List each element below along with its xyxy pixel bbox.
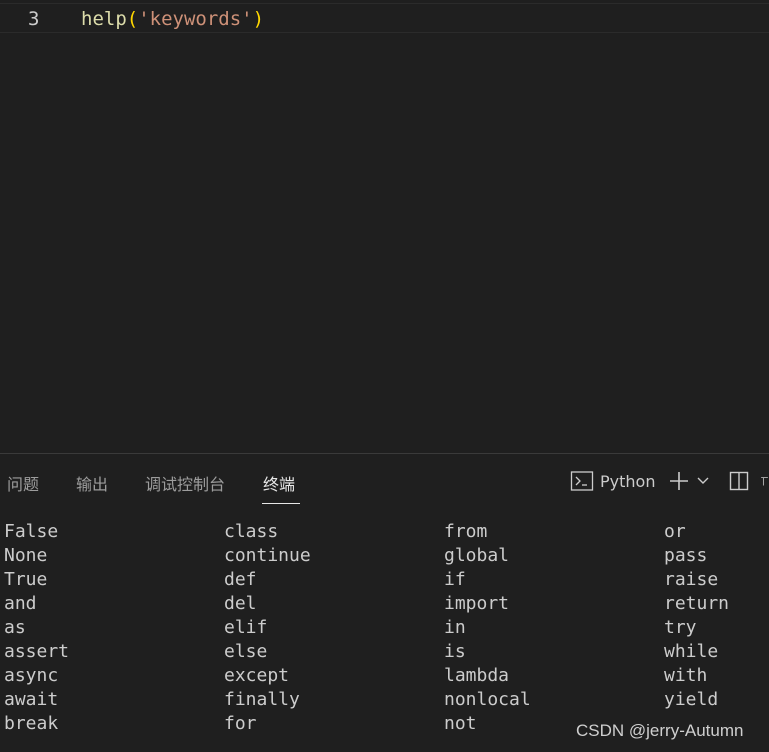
keyword: is bbox=[444, 641, 466, 662]
keyword: if bbox=[444, 569, 466, 590]
watermark: CSDN @jerry-Autumn bbox=[576, 721, 744, 740]
plus-icon bbox=[670, 472, 688, 490]
keyword: for bbox=[224, 713, 257, 734]
keyword-column-4: or pass raise return try while with yiel… bbox=[664, 520, 729, 712]
function-token: help bbox=[81, 8, 127, 30]
keyword: elif bbox=[224, 617, 268, 638]
keyword: global bbox=[444, 545, 510, 566]
tab-output[interactable]: 输出 bbox=[76, 471, 108, 495]
keyword: assert bbox=[4, 641, 70, 662]
keyword-column-1: False None True and as assert async awai… bbox=[4, 520, 69, 736]
keyword: finally bbox=[224, 689, 300, 710]
keyword: import bbox=[444, 593, 510, 614]
terminal-dropdown-button[interactable] bbox=[691, 468, 715, 494]
active-tab-indicator bbox=[262, 503, 300, 504]
line-number: 3 bbox=[28, 8, 40, 30]
keyword: def bbox=[224, 569, 257, 590]
keyword: not bbox=[444, 713, 477, 734]
keyword: break bbox=[4, 713, 59, 734]
keyword: lambda bbox=[444, 665, 510, 686]
keyword: await bbox=[4, 689, 59, 710]
keyword: False bbox=[4, 521, 59, 542]
keyword: None bbox=[4, 545, 48, 566]
keyword: while bbox=[664, 641, 719, 662]
tab-terminal[interactable]: 终端 bbox=[263, 471, 295, 495]
keyword: continue bbox=[224, 545, 311, 566]
keyword: raise bbox=[664, 569, 719, 590]
tab-debug-console[interactable]: 调试控制台 bbox=[145, 471, 225, 495]
keyword: yield bbox=[664, 689, 719, 710]
string-token: 'keywords' bbox=[138, 8, 253, 30]
keyword: else bbox=[224, 641, 268, 662]
keyword: nonlocal bbox=[444, 689, 531, 710]
keyword: as bbox=[4, 617, 26, 638]
keyword: return bbox=[664, 593, 730, 614]
keyword: True bbox=[4, 569, 48, 590]
chevron-down-icon bbox=[697, 477, 709, 484]
keyword: from bbox=[444, 521, 488, 542]
keyword: class bbox=[224, 521, 279, 542]
open-paren-token: ( bbox=[126, 8, 139, 30]
new-terminal-button[interactable] bbox=[667, 468, 691, 494]
keyword: and bbox=[4, 593, 37, 614]
keyword-column-2: class continue def del elif else except … bbox=[224, 520, 311, 736]
keyword: del bbox=[224, 593, 257, 614]
panel-tabs: 问题 输出 调试控制台 终端 Python bbox=[0, 454, 769, 510]
split-terminal-button[interactable] bbox=[727, 468, 751, 494]
keyword: or bbox=[664, 521, 686, 542]
terminal-profile-button[interactable]: Python bbox=[570, 468, 655, 494]
close-paren-token: ) bbox=[252, 8, 265, 30]
keyword: pass bbox=[664, 545, 708, 566]
trash-button[interactable] bbox=[760, 468, 769, 494]
current-code-line[interactable]: 3 help('keywords') bbox=[0, 3, 769, 33]
keyword: except bbox=[224, 665, 290, 686]
bottom-panel: 问题 输出 调试控制台 终端 Python False None True an… bbox=[0, 453, 769, 752]
keyword-column-3: from global if import in is lambda nonlo… bbox=[444, 520, 531, 736]
trash-icon bbox=[761, 477, 768, 486]
terminal-profile-label: Python bbox=[600, 471, 656, 491]
keyword: try bbox=[664, 617, 697, 638]
terminal-icon bbox=[570, 471, 594, 491]
keyword: in bbox=[444, 617, 466, 638]
keyword: async bbox=[4, 665, 59, 686]
code-editor[interactable]: 3 help('keywords') bbox=[0, 0, 769, 453]
split-icon bbox=[729, 471, 749, 491]
code-text[interactable]: help('keywords') bbox=[81, 8, 264, 30]
tab-problems[interactable]: 问题 bbox=[7, 471, 39, 495]
keyword: with bbox=[664, 665, 708, 686]
